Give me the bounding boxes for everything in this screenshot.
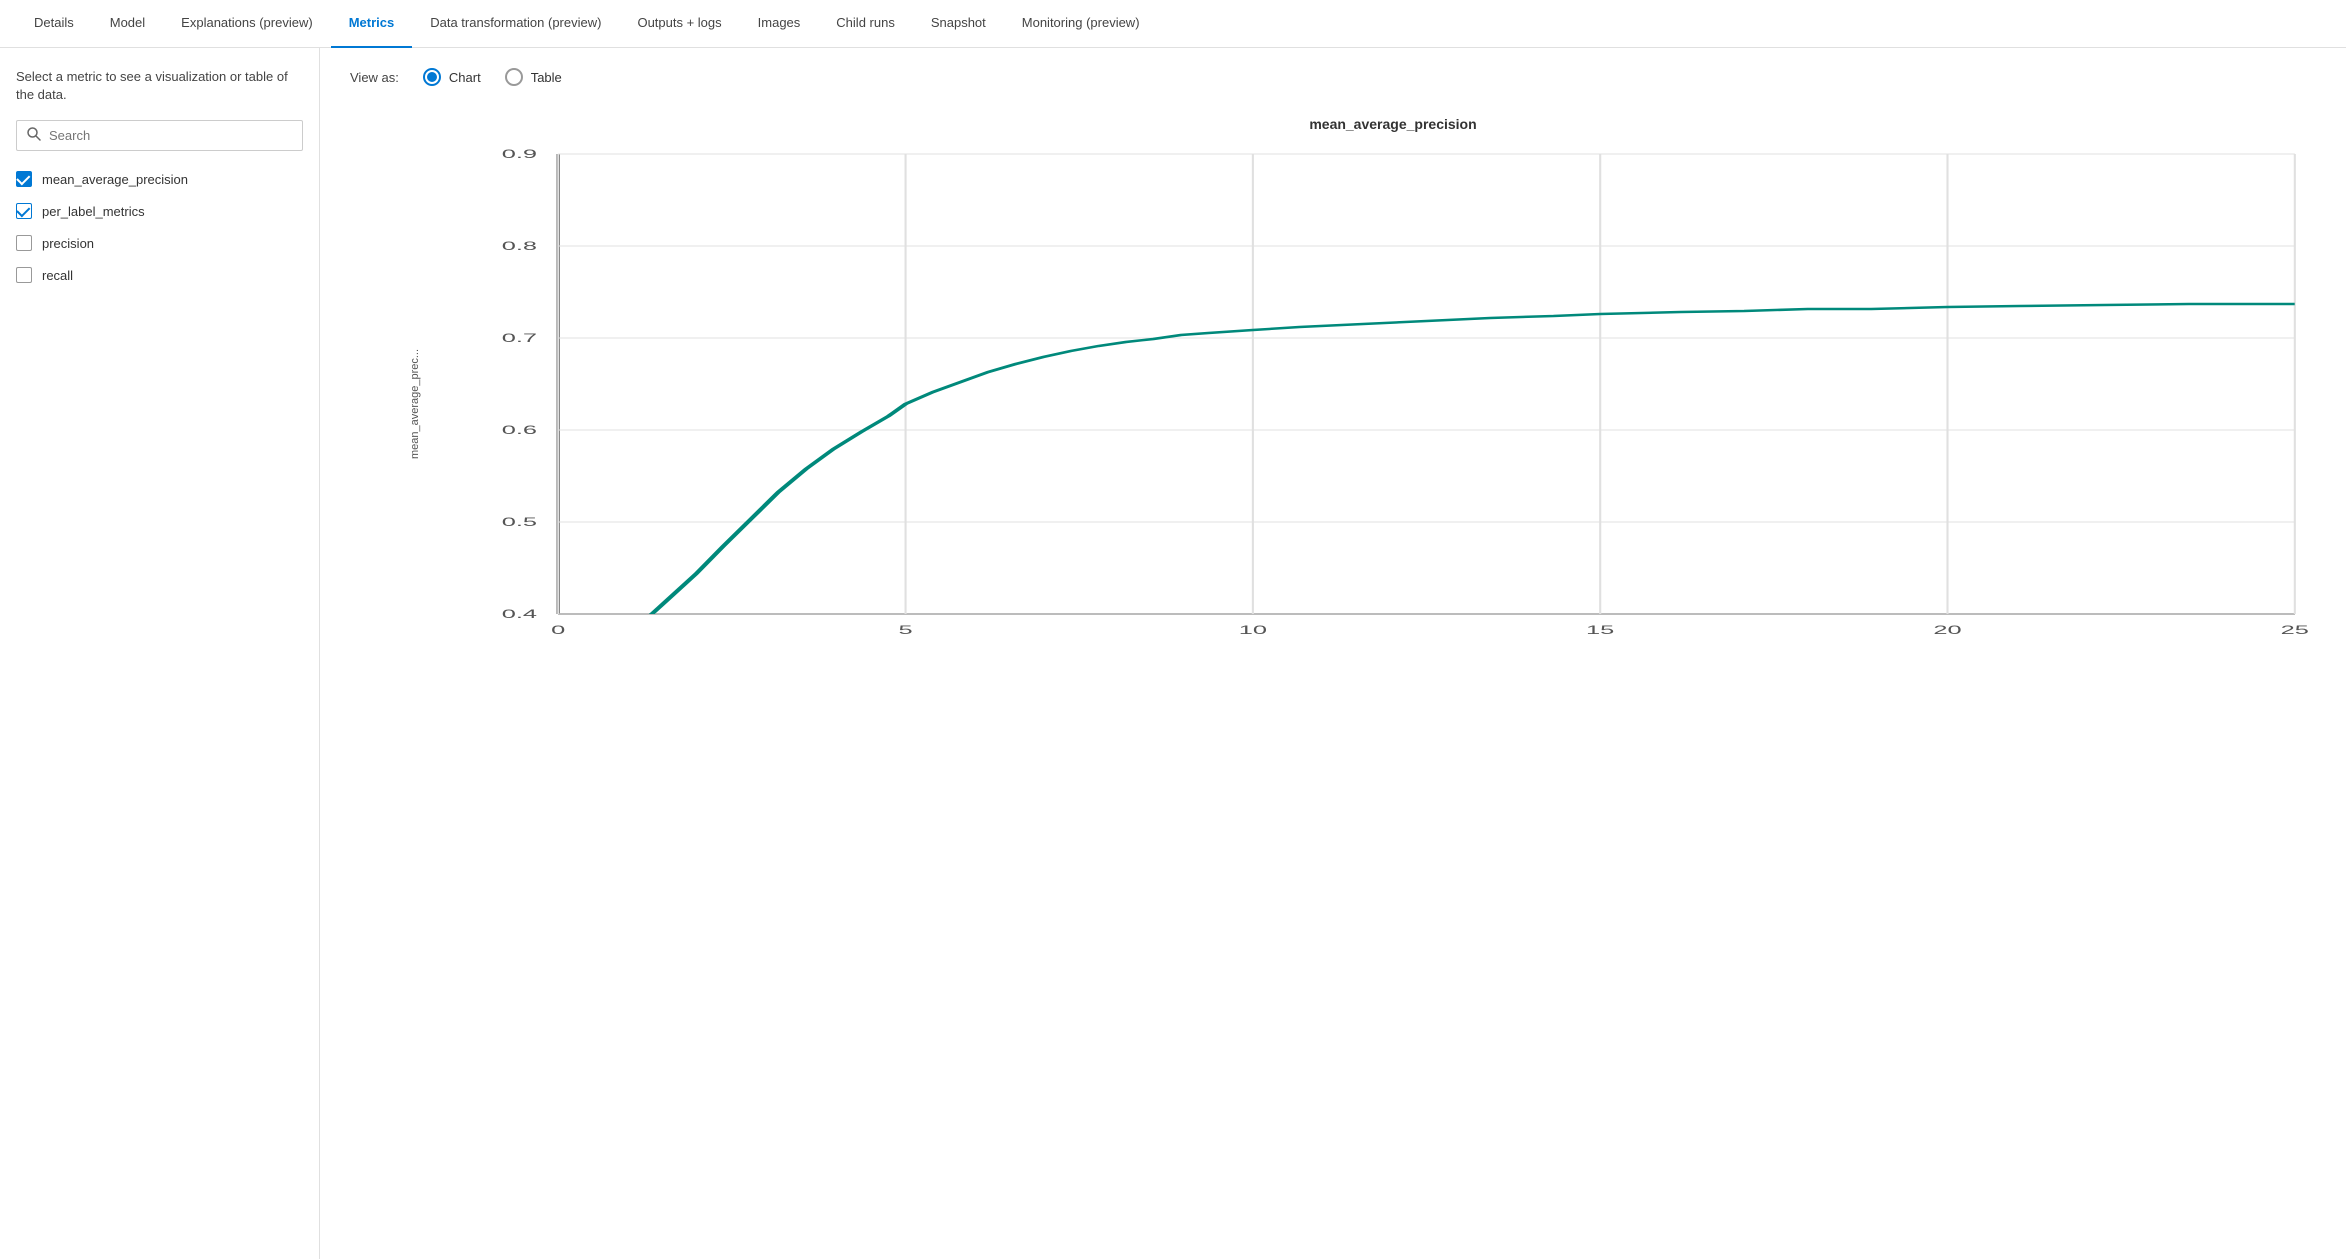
metric-item-mean-average-precision[interactable]: mean_average_precision <box>16 171 303 187</box>
chart-inner: mean_average_prec... <box>410 144 2316 664</box>
svg-text:0.9: 0.9 <box>502 148 537 161</box>
checkbox-precision[interactable] <box>16 235 32 251</box>
metric-label-recall: recall <box>42 268 73 283</box>
tab-outputs-logs[interactable]: Outputs + logs <box>619 0 739 48</box>
svg-text:5: 5 <box>898 624 912 637</box>
svg-text:15: 15 <box>1586 624 1614 637</box>
metric-item-recall[interactable]: recall <box>16 267 303 283</box>
view-as-label: View as: <box>350 70 399 85</box>
checkbox-mean-average-precision[interactable] <box>16 171 32 187</box>
chart-container: mean_average_precision mean_average_prec… <box>350 116 2316 1239</box>
metric-label-precision: precision <box>42 236 94 251</box>
content-area: View as: Chart Table mean_average_precis… <box>320 48 2346 1259</box>
search-box[interactable] <box>16 120 303 151</box>
svg-text:10: 10 <box>1239 624 1267 637</box>
svg-text:0.7: 0.7 <box>502 332 537 345</box>
sidebar-description: Select a metric to see a visualization o… <box>16 68 303 104</box>
svg-text:25: 25 <box>2281 624 2309 637</box>
y-axis-label: mean_average_prec... <box>409 349 421 459</box>
svg-text:0.5: 0.5 <box>502 516 537 529</box>
sidebar: Select a metric to see a visualization o… <box>0 48 320 1259</box>
tab-metrics[interactable]: Metrics <box>331 0 413 48</box>
radio-chart[interactable]: Chart <box>423 68 481 86</box>
svg-text:20: 20 <box>1933 624 1961 637</box>
tab-snapshot[interactable]: Snapshot <box>913 0 1004 48</box>
metric-item-per-label-metrics[interactable]: per_label_metrics <box>16 203 303 219</box>
radio-circle-table[interactable] <box>505 68 523 86</box>
radio-table-label: Table <box>531 70 562 85</box>
metric-label-mean-average-precision: mean_average_precision <box>42 172 188 187</box>
view-as-row: View as: Chart Table <box>350 68 2316 86</box>
svg-text:0.6: 0.6 <box>502 424 537 437</box>
svg-text:0.4: 0.4 <box>502 608 537 621</box>
tab-monitoring[interactable]: Monitoring (preview) <box>1004 0 1158 48</box>
top-nav: Details Model Explanations (preview) Met… <box>0 0 2346 48</box>
chart-title: mean_average_precision <box>470 116 2316 132</box>
chart-line <box>558 304 2295 664</box>
metric-item-precision[interactable]: precision <box>16 235 303 251</box>
radio-circle-chart[interactable] <box>423 68 441 86</box>
tab-images[interactable]: Images <box>740 0 819 48</box>
main-layout: Select a metric to see a visualization o… <box>0 48 2346 1259</box>
chart-svg: 0.9 0.8 0.7 0.6 0.5 0.4 0 5 10 15 20 25 <box>410 144 2316 664</box>
search-icon <box>27 127 41 144</box>
svg-text:0.8: 0.8 <box>502 240 537 253</box>
tab-explanations[interactable]: Explanations (preview) <box>163 0 331 48</box>
tab-details[interactable]: Details <box>16 0 92 48</box>
radio-chart-label: Chart <box>449 70 481 85</box>
tab-model[interactable]: Model <box>92 0 163 48</box>
svg-text:0: 0 <box>551 624 565 637</box>
radio-table[interactable]: Table <box>505 68 562 86</box>
checkbox-recall[interactable] <box>16 267 32 283</box>
tab-data-transformation[interactable]: Data transformation (preview) <box>412 0 619 48</box>
search-input[interactable] <box>49 128 292 143</box>
metric-list: mean_average_precision per_label_metrics… <box>16 171 303 283</box>
metric-label-per-label-metrics: per_label_metrics <box>42 204 145 219</box>
checkbox-per-label-metrics[interactable] <box>16 203 32 219</box>
tab-child-runs[interactable]: Child runs <box>818 0 913 48</box>
